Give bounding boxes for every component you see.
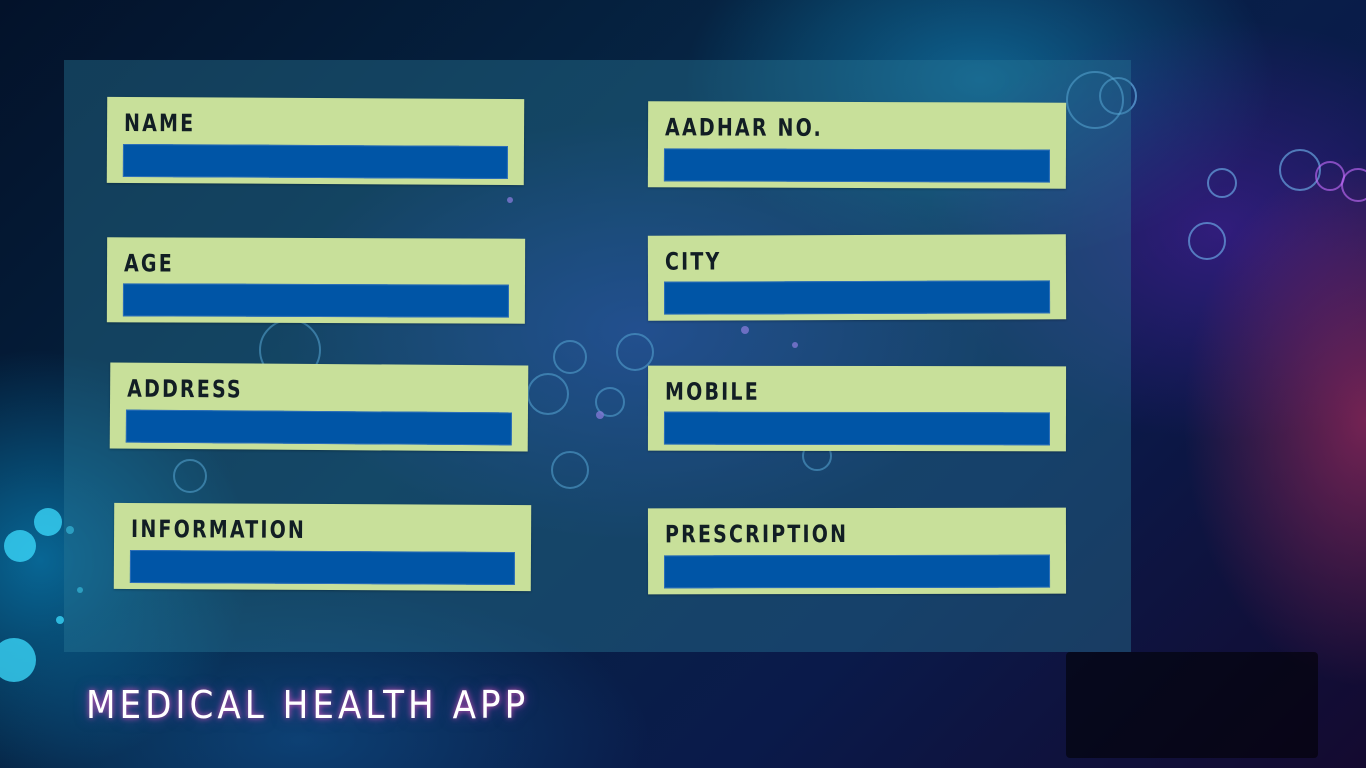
prescription-card: PRESCRIPTION [647, 507, 1067, 595]
information-label: INFORMATION [131, 514, 307, 544]
aadhar-card: AADHAR NO. [647, 101, 1067, 189]
prescription-label: PRESCRIPTION [664, 520, 849, 549]
address-card: ADDRESS [109, 362, 529, 452]
app-title: MEDICAL HEALTH APP [86, 683, 530, 727]
address-label: ADDRESS [127, 374, 243, 404]
mobile-label: MOBILE [665, 377, 760, 406]
city-input[interactable] [664, 280, 1051, 315]
aadhar-input[interactable] [663, 148, 1050, 183]
address-input[interactable] [125, 409, 512, 446]
name-card: NAME [106, 96, 525, 186]
prescription-input[interactable] [664, 554, 1051, 589]
information-input[interactable] [129, 549, 515, 586]
city-label: CITY [664, 247, 722, 276]
dark-overlay-box [1066, 652, 1318, 758]
information-card: INFORMATION [113, 502, 532, 592]
city-card: CITY [647, 234, 1067, 321]
age-label: AGE [124, 249, 174, 278]
name-input[interactable] [122, 143, 508, 180]
age-card: AGE [106, 237, 526, 324]
mobile-card: MOBILE [647, 365, 1067, 452]
aadhar-label: AADHAR NO. [665, 113, 823, 142]
mobile-input[interactable] [663, 411, 1050, 446]
age-input[interactable] [122, 283, 509, 318]
name-label: NAME [124, 108, 196, 138]
